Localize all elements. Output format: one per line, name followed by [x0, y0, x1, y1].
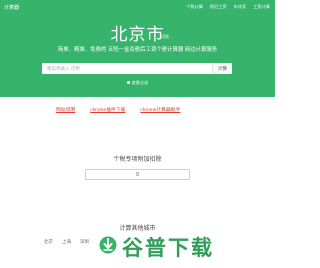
salary-search-bar: 计算	[42, 63, 232, 74]
bullet-icon	[126, 81, 130, 85]
watermark-text: 谷普下载	[122, 237, 214, 260]
info-links: 网站说明 chrome插件下载 chrome计算器助手	[56, 106, 180, 113]
nav-item-salary[interactable]: 工资计算	[253, 4, 270, 10]
link-chrome-plugin[interactable]: chrome插件下载	[90, 106, 125, 113]
nav-item-bonus[interactable]: 年终奖	[234, 4, 247, 10]
watermark: 谷普下载	[98, 231, 223, 260]
city-link-shenzhen[interactable]: 深圳	[80, 239, 89, 245]
download-arrow-icon	[98, 235, 118, 255]
switch-city-link[interactable]: 切换	[161, 34, 169, 40]
hero-banner: 计算器 个税计算 税后工资 年终奖 工资计算 北京市 切换 简单、精准、免费的 …	[0, 0, 275, 97]
salary-input[interactable]	[42, 63, 210, 74]
view-all-label: 查看全部	[131, 80, 149, 85]
nav-item-after-tax[interactable]: 税后工资	[210, 4, 227, 10]
site-logo[interactable]: 计算器	[4, 4, 19, 11]
city-title: 北京市	[110, 25, 165, 44]
deduction-title: 个税专项附加扣除	[113, 157, 162, 163]
city-list: 北京 上海 深圳	[44, 239, 89, 245]
nav-item-tax[interactable]: 个税计算	[186, 4, 203, 10]
calculate-button[interactable]: 计算	[212, 63, 232, 74]
link-chrome-helper[interactable]: chrome计算器助手	[140, 106, 180, 113]
deduction-input[interactable]	[85, 169, 190, 180]
city-link-beijing[interactable]: 北京	[44, 239, 53, 245]
link-site-info[interactable]: 网站说明	[56, 106, 75, 113]
view-all-link[interactable]: 查看全部	[0, 80, 275, 86]
top-nav: 个税计算 税后工资 年终奖 工资计算	[186, 4, 270, 10]
subtitle: 简单、精准、免费的 五险一金及税后工资个税计算器 网边计算服务	[57, 47, 218, 53]
city-link-shanghai[interactable]: 上海	[62, 239, 71, 245]
